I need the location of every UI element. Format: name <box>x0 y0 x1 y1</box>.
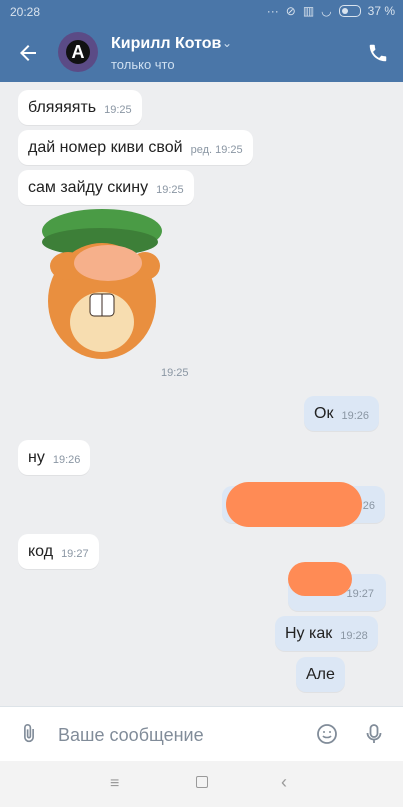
message-time: 26 <box>362 500 375 512</box>
smile-icon[interactable] <box>315 722 339 746</box>
redaction-mark <box>288 562 352 596</box>
message-text: Але <box>306 666 335 683</box>
battery-icon <box>338 5 361 17</box>
avatar[interactable]: A <box>58 32 98 72</box>
triangle-back-icon[interactable]: ‹ <box>281 772 287 793</box>
message-text: сам зайду скину <box>28 179 149 196</box>
redaction-mark <box>226 482 362 527</box>
message-in[interactable]: код 19:27 <box>18 534 99 569</box>
message-out[interactable]: Ну как 19:28 <box>275 616 378 651</box>
message-time: 19:27 <box>346 588 374 600</box>
chat-header: A Кирилл Котов ⌄ только что <box>0 24 403 82</box>
message-text: Ну как <box>285 625 333 642</box>
avatar-initial: A <box>66 40 90 64</box>
android-nav-bar: ≡ ‹ <box>0 761 403 807</box>
sticker-time: 19:25 <box>161 367 189 379</box>
message-time: 19:28 <box>340 630 368 642</box>
message-time: ред. 19:25 <box>190 144 243 156</box>
message-text: дай номер киви свой <box>28 139 183 156</box>
message-text: Ок <box>314 405 334 422</box>
arrow-left-icon[interactable] <box>16 41 40 65</box>
menu-icon[interactable]: ≡ <box>110 775 119 793</box>
message-time: 19:26 <box>341 410 369 422</box>
contact-name[interactable]: Кирилл Котов <box>111 35 221 53</box>
message-in[interactable]: дай номер киви свой ред. 19:25 <box>18 130 253 165</box>
battery-percent: 37 % <box>367 4 395 18</box>
status-bar: 20:28 ··· ⊘ ▥ ◡ 37 % <box>0 0 403 24</box>
square-home-icon[interactable] <box>196 776 208 788</box>
more-icon: ··· <box>266 4 279 18</box>
message-in[interactable]: ну 19:26 <box>18 440 91 475</box>
phone-icon[interactable] <box>367 42 389 64</box>
signal-icon: ▥ <box>302 4 315 18</box>
status-time: 20:28 <box>10 5 41 19</box>
mute-icon: ⊘ <box>285 4 296 18</box>
message-text: ну <box>28 449 45 466</box>
message-out[interactable]: Ок 19:26 <box>304 396 379 431</box>
last-seen: только что <box>111 57 175 72</box>
message-time: 19:25 <box>104 104 132 116</box>
message-time: 19:25 <box>156 184 184 196</box>
message-composer[interactable]: Ваше сообщение <box>0 706 403 762</box>
message-out[interactable]: Але <box>296 657 345 692</box>
microphone-icon[interactable] <box>362 721 386 747</box>
wifi-icon: ◡ <box>321 4 332 18</box>
message-text: код <box>28 543 54 560</box>
message-in[interactable]: бляяяять 19:25 <box>18 90 142 125</box>
paperclip-icon[interactable] <box>18 723 40 745</box>
message-time: 19:27 <box>61 548 89 560</box>
message-input[interactable]: Ваше сообщение <box>58 725 204 746</box>
message-time: 19:26 <box>52 454 81 466</box>
chat-area[interactable]: бляяяять 19:25 дай номер киви свой ред. 19… <box>0 82 403 706</box>
status-icons: ··· ⊘ ▥ ◡ 37 % <box>267 4 395 18</box>
chevron-down-icon[interactable]: ⌄ <box>222 36 232 50</box>
sticker-image[interactable] <box>20 206 186 366</box>
message-in[interactable]: сам зайду скину 19:25 <box>18 170 194 205</box>
message-text: бляяяять <box>28 99 97 116</box>
